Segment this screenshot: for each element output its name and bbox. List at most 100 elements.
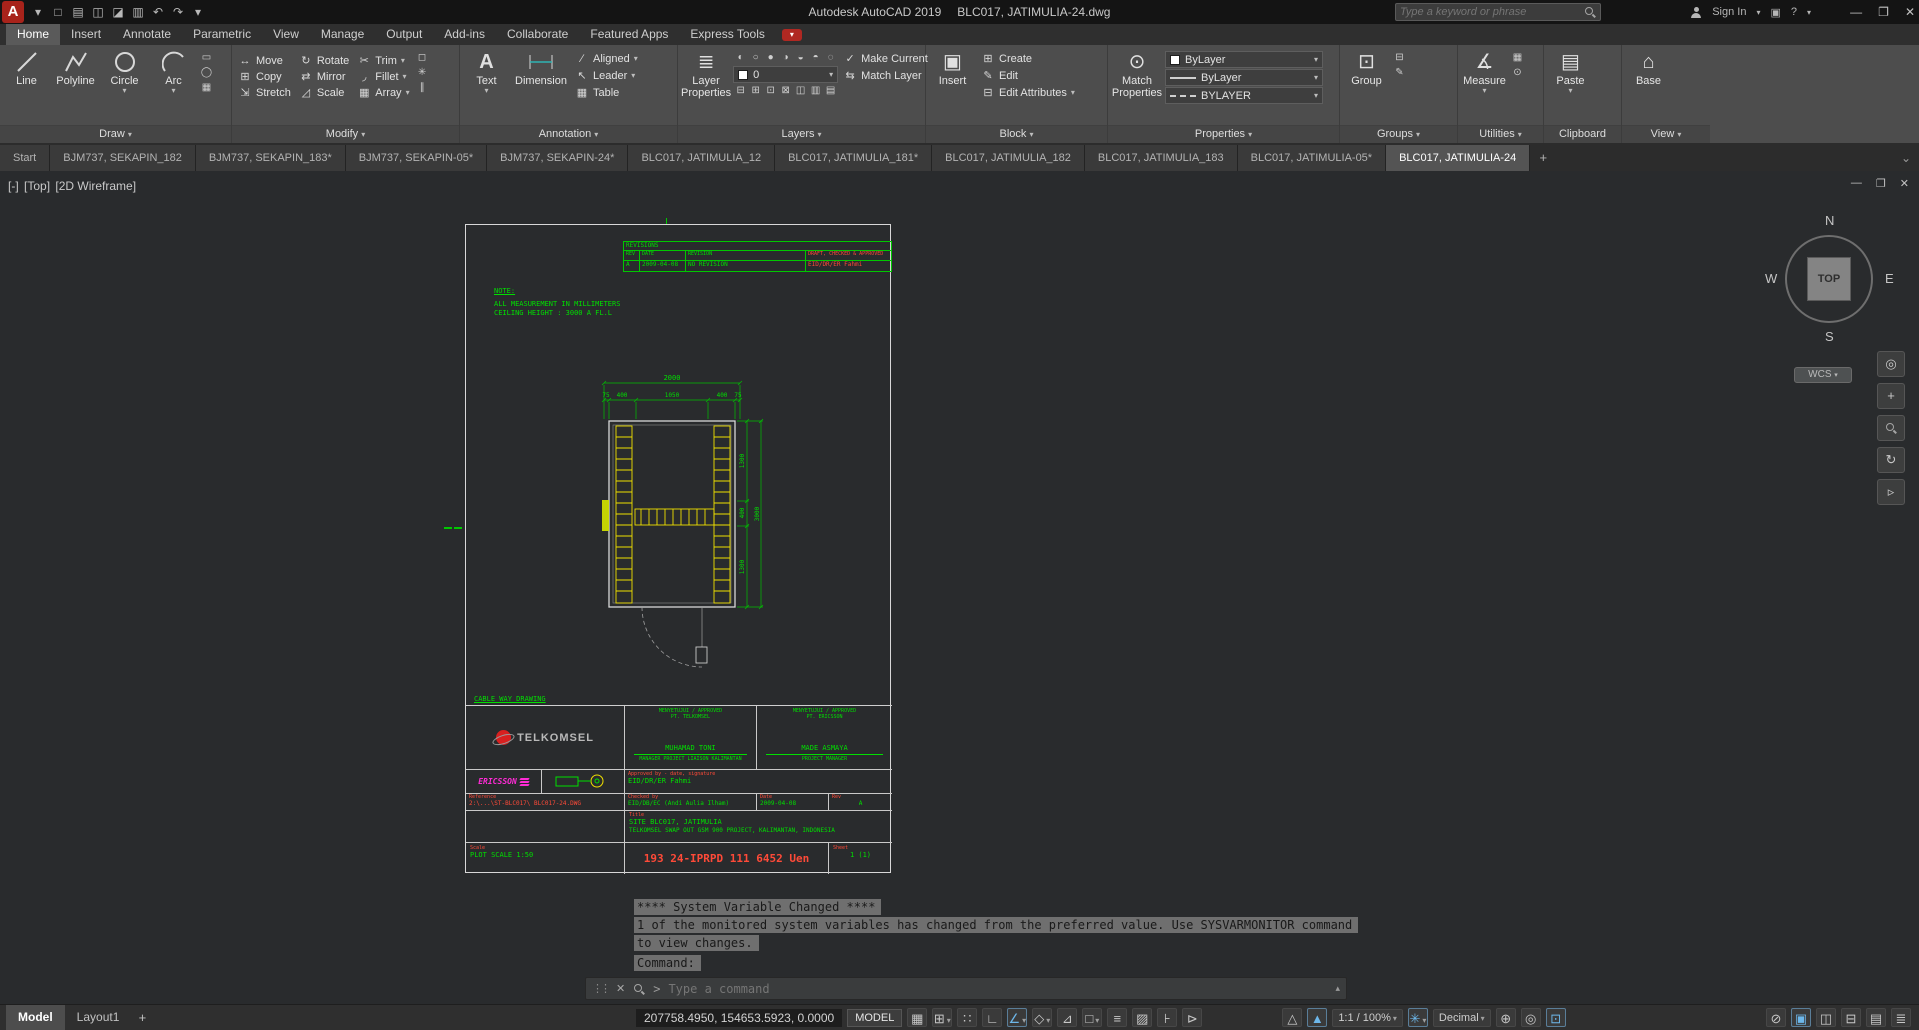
panel-footer-layers[interactable]: Layers ▾ bbox=[678, 125, 925, 143]
restore-button[interactable]: ❐ bbox=[1878, 5, 1889, 19]
transparency-toggle[interactable]: ▨ bbox=[1132, 1008, 1153, 1027]
panel-footer-draw[interactable]: Draw ▾ bbox=[0, 125, 231, 143]
layer-properties-button[interactable]: ≣ Layer Properties bbox=[681, 47, 731, 125]
visual-style-control[interactable]: [2D Wireframe] bbox=[55, 179, 136, 193]
tab-addins[interactable]: Add-ins bbox=[433, 24, 496, 45]
ribbon-display-button[interactable]: ▾ bbox=[781, 28, 802, 41]
object-snap-toggle[interactable]: □ ▾ bbox=[1082, 1008, 1103, 1027]
layer-state-icon-1[interactable]: ◐ bbox=[733, 51, 748, 65]
trim-button[interactable]: ✂ Trim ▾ bbox=[354, 53, 412, 69]
tab-sekapin-182[interactable]: BJM737, SEKAPIN_182 bbox=[50, 145, 196, 171]
array-button[interactable]: ▦ Array ▾ bbox=[354, 85, 412, 101]
group-button[interactable]: ⊡ Group bbox=[1343, 47, 1390, 125]
fillet-button[interactable]: ◞ Fillet ▾ bbox=[354, 69, 412, 85]
compass-west[interactable]: W bbox=[1765, 271, 1777, 286]
wcs-badge[interactable]: WCS ▾ bbox=[1794, 367, 1852, 383]
layer-state-icon-6[interactable]: ◓ bbox=[808, 51, 823, 65]
id-point-icon[interactable]: ⊙ bbox=[1510, 66, 1525, 80]
viewcube-top-face[interactable]: TOP bbox=[1807, 257, 1851, 301]
isolate-objects-button[interactable]: ⊘ bbox=[1766, 1008, 1786, 1027]
full-navigation-wheel-icon[interactable]: ◎ bbox=[1877, 351, 1905, 377]
command-expand-icon[interactable]: ▴ bbox=[1335, 983, 1340, 994]
paste-button[interactable]: ▤ Paste ▾ bbox=[1547, 47, 1594, 125]
polyline-button[interactable]: Polyline bbox=[52, 47, 99, 125]
tab-annotate[interactable]: Annotate bbox=[112, 24, 182, 45]
autoscale-toggle[interactable]: ▲ bbox=[1307, 1008, 1328, 1027]
graphics-performance-button[interactable]: ▣ bbox=[1791, 1008, 1811, 1027]
tab-jatimulia-12[interactable]: BLC017, JATIMULIA_12 bbox=[628, 145, 776, 171]
compass-north[interactable]: N bbox=[1825, 213, 1834, 228]
layer-tool-icon-3[interactable]: ⊡ bbox=[763, 84, 778, 98]
tab-jatimulia-182[interactable]: BLC017, JATIMULIA_182 bbox=[932, 145, 1085, 171]
match-properties-button[interactable]: ⊙ Match Properties bbox=[1111, 47, 1163, 125]
panel-footer-properties[interactable]: Properties ▾ bbox=[1108, 125, 1339, 143]
app-store-icon[interactable]: ▣ bbox=[1770, 6, 1780, 19]
leader-button[interactable]: ↖ Leader ▾ bbox=[572, 68, 641, 84]
layer-dropdown[interactable]: 0 ▾ bbox=[733, 66, 839, 83]
panel-footer-modify[interactable]: Modify ▾ bbox=[232, 125, 459, 143]
tab-sekapin-24[interactable]: BJM737, SEKAPIN-24* bbox=[487, 145, 629, 171]
doc-close-button[interactable]: ✕ bbox=[1900, 177, 1909, 190]
command-input[interactable] bbox=[668, 981, 1328, 996]
tab-jatimulia-24[interactable]: BLC017, JATIMULIA-24 bbox=[1386, 145, 1531, 171]
model-space-button[interactable]: MODEL bbox=[847, 1008, 903, 1027]
orbit-icon[interactable]: ↻ bbox=[1877, 447, 1905, 473]
linetype-dropdown[interactable]: BYLAYER ▾ bbox=[1165, 87, 1323, 104]
minimize-button[interactable]: — bbox=[1850, 5, 1862, 19]
tab-jatimulia-181[interactable]: BLC017, JATIMULIA_181* bbox=[775, 145, 933, 171]
annotation-scale-button[interactable]: 1:1 / 100% ▾ bbox=[1332, 1008, 1403, 1027]
tab-sekapin-05[interactable]: BJM737, SEKAPIN-05* bbox=[345, 145, 488, 171]
explode-tool-icon[interactable]: ✳ bbox=[415, 66, 430, 80]
panel-footer-groups[interactable]: Groups ▾ bbox=[1340, 125, 1457, 143]
doc-restore-button[interactable]: ❐ bbox=[1876, 177, 1886, 190]
quick-properties-toggle[interactable]: ◎ bbox=[1520, 1008, 1541, 1027]
tab-collaborate[interactable]: Collaborate bbox=[496, 24, 579, 45]
tab-jatimulia-05[interactable]: BLC017, JATIMULIA-05* bbox=[1237, 145, 1387, 171]
ungroup-icon[interactable]: ⊟ bbox=[1392, 51, 1407, 65]
tab-view[interactable]: View bbox=[262, 24, 310, 45]
insert-button[interactable]: ▣ Insert bbox=[929, 47, 976, 125]
copy-button[interactable]: ⊞ Copy bbox=[235, 69, 294, 85]
signin-caret-icon[interactable]: ▾ bbox=[1756, 8, 1760, 17]
undo-icon[interactable]: ↶ bbox=[148, 2, 168, 22]
tab-sekapin-183[interactable]: BJM737, SEKAPIN_183* bbox=[195, 145, 346, 171]
selection-cycling-toggle[interactable]: ⊦ bbox=[1157, 1008, 1178, 1027]
panel-footer-clipboard[interactable]: Clipboard bbox=[1544, 125, 1621, 143]
edit-block-button[interactable]: ✎ Edit bbox=[978, 68, 1078, 84]
lock-ui-button[interactable]: ⊟ bbox=[1841, 1008, 1861, 1027]
layer-tool-icon-7[interactable]: ▤ bbox=[823, 84, 838, 98]
customization-button[interactable]: ≣ bbox=[1891, 1008, 1911, 1027]
rectangle-tool-icon[interactable]: ▭ bbox=[199, 51, 214, 65]
pan-icon[interactable]: + bbox=[1877, 383, 1905, 409]
rotate-button[interactable]: ↻ Rotate bbox=[296, 53, 352, 69]
ortho-toggle[interactable]: ∟ bbox=[982, 1008, 1003, 1027]
qat-menu-caret-icon[interactable]: ▾ bbox=[28, 2, 48, 22]
layer-state-icon-3[interactable]: ● bbox=[763, 51, 778, 65]
plot-icon[interactable]: ▥ bbox=[128, 2, 148, 22]
new-layout-button[interactable]: + bbox=[131, 1010, 153, 1025]
redo-icon[interactable]: ↷ bbox=[168, 2, 188, 22]
layer-tool-icon-6[interactable]: ▥ bbox=[808, 84, 823, 98]
tab-jatimulia-183[interactable]: BLC017, JATIMULIA_183 bbox=[1084, 145, 1238, 171]
tab-overflow-icon[interactable]: ⌄ bbox=[1901, 145, 1911, 171]
tab-manage[interactable]: Manage bbox=[310, 24, 375, 45]
tab-insert[interactable]: Insert bbox=[60, 24, 112, 45]
text-button[interactable]: A Text ▾ bbox=[463, 47, 510, 125]
command-close-icon[interactable]: ✕ bbox=[616, 982, 625, 995]
panel-footer-utilities[interactable]: Utilities ▾ bbox=[1458, 125, 1543, 143]
viewport-menu-control[interactable]: [-] bbox=[8, 179, 19, 193]
tab-output[interactable]: Output bbox=[375, 24, 433, 45]
tab-featured-apps[interactable]: Featured Apps bbox=[579, 24, 679, 45]
layer-tool-icon-5[interactable]: ◫ bbox=[793, 84, 808, 98]
lineweight-toggle[interactable]: ≡ bbox=[1107, 1008, 1128, 1027]
tab-parametric[interactable]: Parametric bbox=[182, 24, 262, 45]
compass-east[interactable]: E bbox=[1885, 271, 1894, 286]
signin-person-icon[interactable] bbox=[1690, 6, 1702, 18]
annotation-monitor-toggle[interactable]: ⊕ bbox=[1495, 1008, 1516, 1027]
isodraft-toggle[interactable]: ◇ ▾ bbox=[1032, 1008, 1053, 1027]
polar-tracking-toggle[interactable]: ∠ ▾ bbox=[1007, 1008, 1028, 1027]
panel-footer-view[interactable]: View ▾ bbox=[1622, 125, 1710, 143]
layer-state-icon-2[interactable]: ○ bbox=[748, 51, 763, 65]
layer-state-icon-4[interactable]: ◑ bbox=[778, 51, 793, 65]
dynamic-input-toggle[interactable]: ⊳ bbox=[1182, 1008, 1203, 1027]
